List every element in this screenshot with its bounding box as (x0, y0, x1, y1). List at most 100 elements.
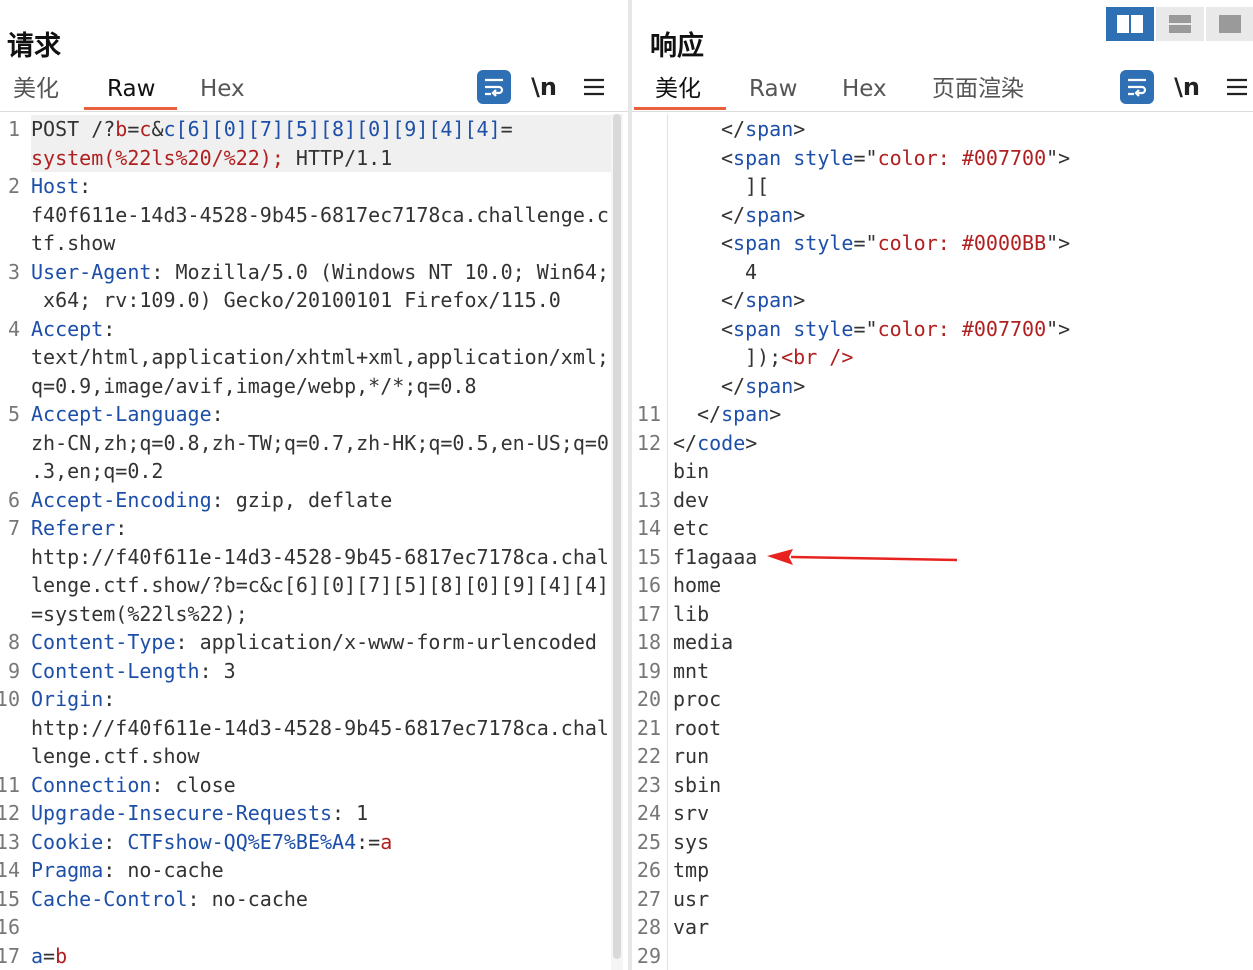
request-pane: 请求 美化 Raw Hex \n 1 POST /?b=c&c[6][0][7][… (0, 0, 628, 970)
code-line: Cache-Control: no-cache (31, 885, 308, 914)
request-scrollbar[interactable] (611, 114, 623, 970)
code-token: text/html,application/xhtml+xml,applicat… (31, 345, 609, 369)
code-token: : (103, 829, 128, 854)
code-token: Origin (31, 687, 104, 711)
code-token: : 1 (332, 801, 369, 825)
code-line: .3,en;q=0.2 (31, 457, 163, 486)
code-line: http://f40f611e-14d3-4528-9b45-6817ec717… (31, 714, 609, 743)
tab-pretty[interactable]: 美化 (655, 74, 701, 110)
layout-single-button[interactable] (1206, 7, 1253, 41)
code-token: ][ (745, 174, 770, 198)
code-token: http://f40f611e-14d3-4528-9b45-6817ec717… (31, 544, 609, 569)
code-token: b (115, 117, 128, 141)
response-title: 响应 (650, 31, 704, 62)
code-token: .3,en;q=0.2 (31, 459, 164, 483)
wrap-lines-button[interactable] (477, 70, 511, 104)
code-token: : (115, 516, 128, 540)
code-token: c (139, 117, 152, 141)
tab-raw[interactable]: Raw (749, 74, 797, 110)
side-by-side-layout-icon (1117, 15, 1143, 33)
tab-render[interactable]: 页面渲染 (932, 74, 1024, 110)
code-token: Cache-Control (31, 886, 188, 911)
code-token: lenge.ctf.show (31, 744, 200, 768)
code-token: 4 (745, 259, 758, 284)
code-line: Origin: (31, 685, 115, 714)
code-line: <span style="color: #007700"> (721, 144, 1070, 173)
code-line: </span> (721, 286, 805, 315)
code-line: User-Agent: Mozilla/5.0 (Windows NT 10.0… (31, 258, 609, 287)
hamburger-menu-icon (584, 78, 604, 96)
tab-hex[interactable]: Hex (842, 74, 887, 110)
tab-raw[interactable]: Raw (107, 74, 155, 110)
code-line: f40f611e-14d3-4528-9b45-6817ec7178ca.cha… (31, 201, 609, 230)
code-line: srv (673, 799, 709, 828)
code-line: tf.show (31, 229, 115, 258)
code-line: ][ (745, 172, 769, 201)
line-number: 11 (636, 402, 661, 426)
layout-stacked-button[interactable] (1156, 7, 1204, 41)
code-token: > (793, 373, 806, 398)
show-newlines-button[interactable]: \n (1170, 70, 1204, 104)
menu-button[interactable] (577, 70, 611, 104)
code-token: : gzip, deflate (211, 487, 393, 512)
code-line: <span style="color: #007700"> (721, 315, 1070, 344)
line-number: 5 (7, 402, 20, 426)
response-pane: 响应 美化 Raw Hex 页面渲染 \n </span> <span styl… (632, 0, 1253, 970)
code-token: zh-CN,zh;q=0.8,zh-TW;q=0.7,zh-HK;q=0.5,e… (31, 430, 609, 455)
code-line: a=b (31, 942, 67, 970)
code-token: < (721, 145, 734, 170)
line-number: 10 (0, 687, 20, 711)
code-token: span (733, 316, 782, 341)
layout-switcher (1106, 7, 1253, 41)
layout-side-by-side-button[interactable] (1106, 7, 1154, 41)
code-token: : close (151, 772, 236, 797)
code-line: Referer: (31, 514, 127, 543)
line-number: 17 (636, 601, 661, 626)
code-line: dev (673, 486, 709, 515)
show-newlines-button[interactable]: \n (527, 70, 561, 104)
line-number: 17 (0, 943, 20, 968)
code-line: Connection: close (31, 771, 236, 800)
wrap-lines-icon (485, 78, 504, 97)
code-line: sbin (673, 771, 721, 800)
code-line: q=0.9,image/avif,image/webp,*/*;q=0.8 (31, 372, 477, 401)
line-number: 25 (636, 829, 661, 854)
code-line: mnt (673, 657, 709, 686)
code-line: Upgrade-Insecure-Requests: 1 (31, 799, 368, 828)
code-line: </span> (721, 115, 805, 144)
code-token: proc (673, 687, 722, 711)
code-token: : application/x-www-form-urlencoded (175, 630, 597, 654)
code-line: text/html,application/xhtml+xml,applicat… (31, 343, 609, 372)
wrap-lines-button[interactable] (1120, 70, 1154, 104)
code-token: f1agaaa (673, 544, 758, 569)
code-line: lenge.ctf.show/?b=c&c[6][0][7][5][8][0][… (31, 571, 609, 600)
line-number: 3 (7, 259, 20, 284)
code-token: q=0.9,image/avif,image/webp,*/*;q=0.8 (31, 373, 477, 398)
code-token: : no-cache (103, 858, 224, 882)
request-title: 请求 (7, 31, 61, 62)
code-line: run (673, 742, 709, 771)
scroll-thumb[interactable] (613, 114, 621, 959)
code-line: bin (673, 457, 709, 486)
tab-hex[interactable]: Hex (200, 74, 245, 110)
code-token: span (733, 145, 782, 170)
code-token: =" (853, 231, 878, 255)
code-line: etc (673, 514, 709, 543)
code-line: </code> (673, 429, 757, 458)
tab-pretty[interactable]: 美化 (13, 74, 59, 110)
menu-button[interactable] (1220, 70, 1253, 104)
line-number: 13 (636, 487, 661, 512)
code-token: lib (673, 601, 710, 626)
code-line: lenge.ctf.show (31, 742, 200, 771)
code-line: 4 (745, 258, 757, 287)
code-line: </span> (697, 400, 781, 429)
code-token: color: #007700 (877, 145, 1047, 170)
code-token: : (211, 402, 224, 426)
line-number: 27 (636, 886, 661, 911)
code-token: : (103, 316, 116, 341)
code-token: > (793, 288, 806, 312)
code-token: style (781, 316, 854, 341)
code-token: Cookie (31, 829, 104, 854)
code-token: </ (721, 373, 746, 398)
hamburger-menu-icon (1227, 78, 1247, 96)
